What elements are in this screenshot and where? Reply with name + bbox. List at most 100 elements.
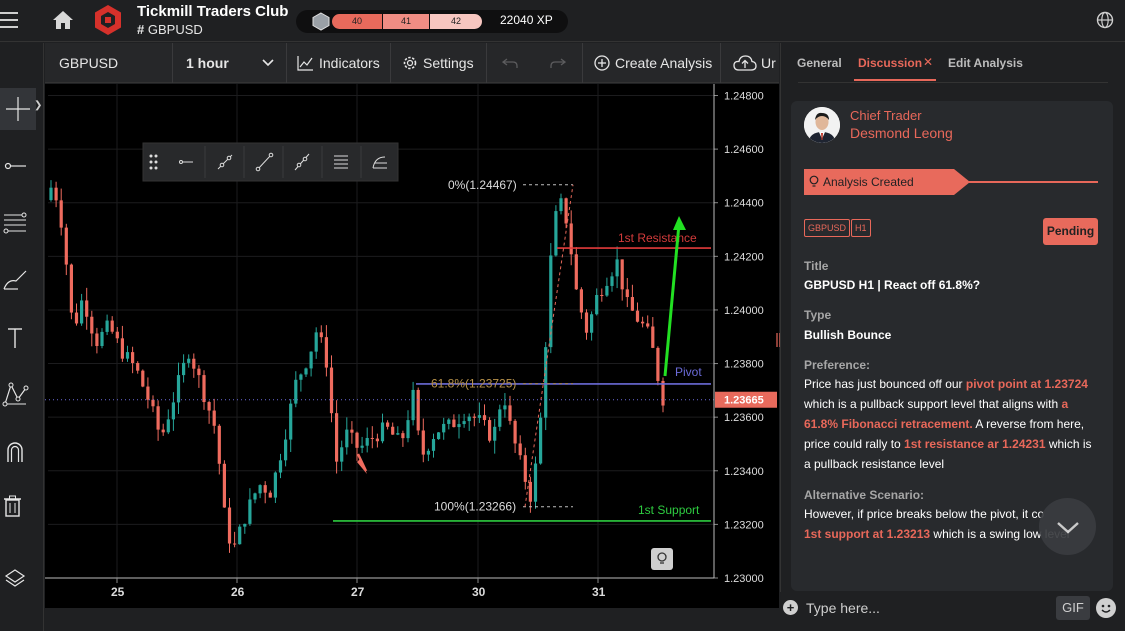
candle-body [85,300,89,317]
candle-body [324,337,328,368]
lightbulb-icon [809,175,819,187]
support-label: 1st Support [638,503,700,517]
chevron-down-icon [1057,522,1079,534]
candle-body [284,439,288,461]
tab-discussion[interactable]: Discussion [858,56,922,70]
undo-button[interactable] [487,43,535,83]
candle-body [442,423,446,433]
candle-body [641,321,645,324]
preference-label: Preference: [804,358,871,372]
candle-body [360,445,364,448]
candle-body [319,332,323,338]
add-attachment-icon[interactable]: + [783,600,798,615]
message-input[interactable] [806,599,1046,617]
candle-body [600,294,604,296]
author-role: Chief Trader [850,108,922,123]
price-axis: 1.24800 1.24600 1.24400 1.24200 1.24000 1.238… [713,84,764,585]
candle-body [69,264,73,313]
menu-icon[interactable] [0,12,18,28]
lightbulb-button[interactable] [651,548,673,570]
candle-body [187,358,191,363]
globe-icon[interactable] [1096,11,1114,29]
price-chart[interactable]: 1st Resistance Pivot 1st Support 0%(1.24467… [45,84,779,608]
candle-body [340,447,344,462]
candle-body [59,200,63,228]
alt-text-part: However, if price breaks below the pivot… [804,507,1045,521]
candle-body [278,460,283,473]
candle-body [615,259,619,277]
candle-body [416,389,420,431]
candle-body [141,370,145,387]
brush-icon[interactable] [0,261,44,301]
candle-body [386,422,390,427]
text-tool-icon[interactable] [0,318,44,358]
fib-100-label: 100%(1.23266) [434,500,516,514]
candle-body [80,300,84,324]
candle-body [457,424,461,428]
redo-icon [550,58,566,68]
candle-body [110,320,114,332]
symbol-selector[interactable]: GBPUSD [45,43,173,83]
pivot-label: Pivot [675,365,702,379]
candle-body [202,375,206,403]
indicators-button[interactable]: Indicators [287,43,391,83]
candle-body [125,352,130,359]
candle-body [136,363,140,371]
candle-body [156,406,160,430]
tab-edit-analysis[interactable]: Edit Analysis [948,56,1023,70]
tab-general[interactable]: General [797,56,842,70]
settings-button[interactable]: Settings [391,43,487,83]
channel-name: # GBPUSD [137,22,203,37]
close-icon[interactable]: ✕ [923,55,933,69]
horizontal-line-icon[interactable] [0,146,44,186]
upload-button[interactable]: Ur [721,43,779,83]
candle-body [192,358,196,369]
trash-icon[interactable] [0,488,44,528]
level-segment: 40 [332,14,382,29]
redo-button[interactable] [535,43,583,83]
fib-618-label: 61.8%(1.23725) [431,377,516,391]
gif-button[interactable]: GIF [1056,596,1090,620]
scroll-down-button[interactable] [1039,498,1096,555]
emoji-icon[interactable] [1096,598,1116,618]
candle-body [212,410,216,426]
candle-body [569,223,573,255]
create-analysis-button[interactable]: Create Analysis [583,43,721,83]
interval-dropdown[interactable]: 1 hour [173,43,287,83]
candle-body [182,362,186,376]
candle-body [95,333,99,346]
time-tick-label: 26 [231,585,245,599]
upload-label: Ur [761,55,776,71]
candle-body [559,198,563,212]
candle-body [630,297,634,311]
candle-body [610,276,614,286]
candle-body [146,386,150,400]
plus-circle-icon [594,55,610,71]
resistance-highlight: 1st resistance ar 1.24231 [904,437,1046,451]
candle-body [590,314,594,333]
preference-text-part: Price has just bounced off our [804,377,966,391]
candle-body [309,351,313,369]
home-icon[interactable] [52,10,74,30]
settings-label: Settings [423,55,474,71]
author-name[interactable]: Desmond Leong [850,125,953,141]
preference-text: Price has just bounced off our pivot poi… [804,374,1099,474]
candle-body [421,430,425,455]
candle-body [482,415,487,421]
crosshair-icon[interactable] [0,90,44,130]
candle-body [584,312,589,333]
type-label: Type [804,308,832,322]
candle-body [533,463,538,502]
projection-arrow [663,223,681,377]
candle-body [217,425,221,464]
candle-body [176,375,181,403]
candle-body [508,405,512,421]
layers-icon[interactable] [0,558,44,598]
type-value: Bullish Bounce [804,328,892,342]
fib-lines-icon[interactable] [0,203,44,243]
candle-body [462,421,466,425]
candle-body [396,433,400,435]
magnet-icon[interactable] [0,432,44,472]
pattern-tool-icon[interactable] [0,375,44,415]
indicators-label: Indicators [319,55,380,71]
